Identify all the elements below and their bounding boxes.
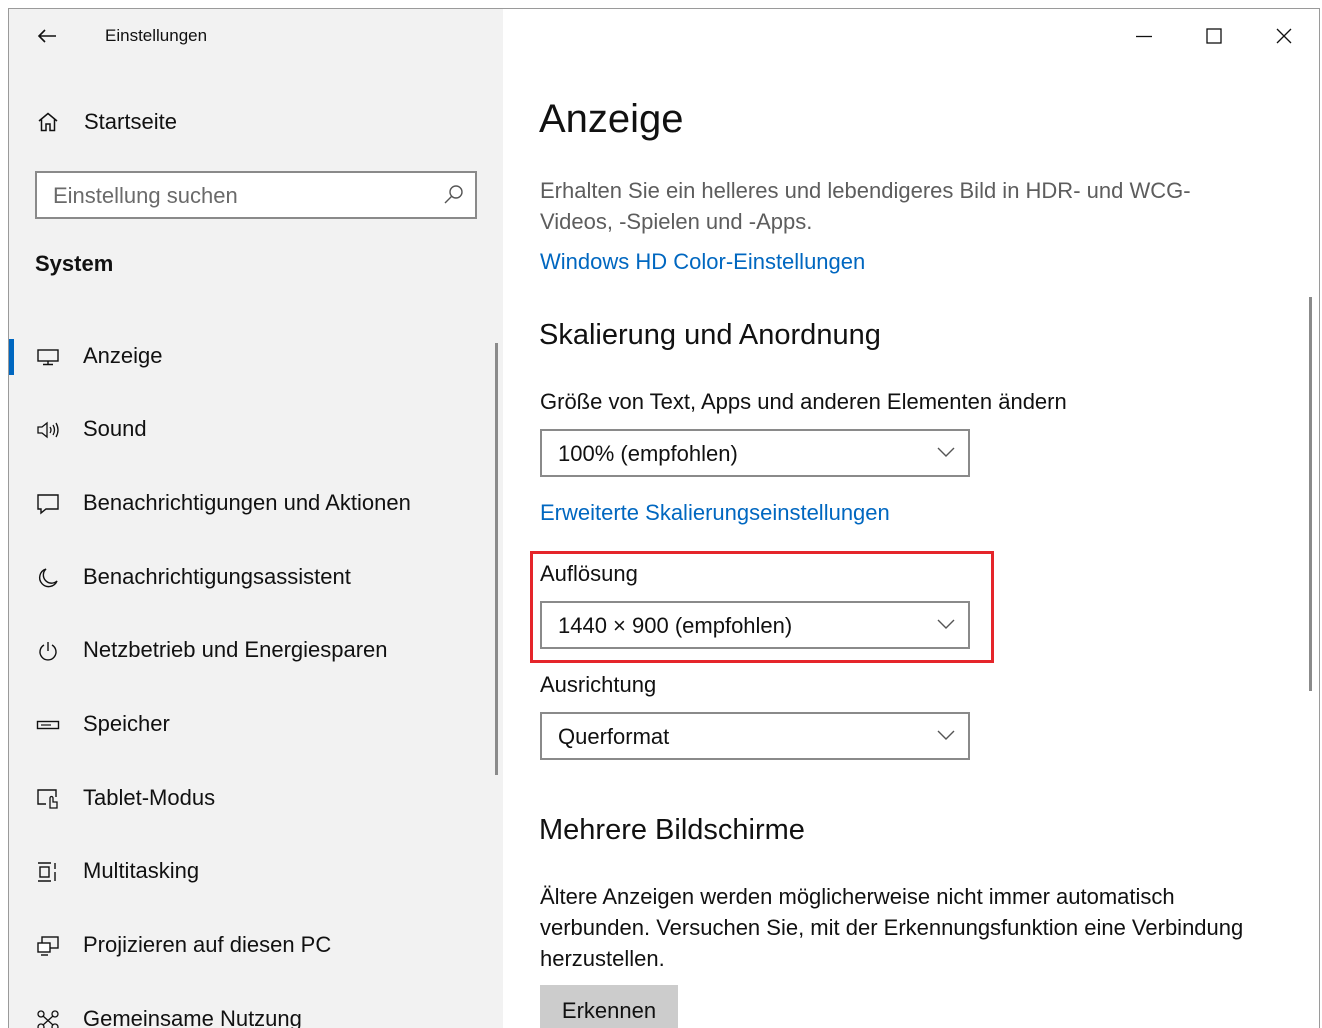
- search-icon[interactable]: [443, 184, 465, 206]
- advanced-scaling-link[interactable]: Erweiterte Skalierungseinstellungen: [540, 500, 890, 526]
- sidebar-item-anzeige[interactable]: Anzeige: [9, 327, 503, 387]
- search-input[interactable]: [37, 173, 445, 219]
- close-button[interactable]: [1249, 9, 1319, 63]
- back-button[interactable]: [31, 23, 63, 49]
- scale-label: Größe von Text, Apps und anderen Element…: [540, 389, 1067, 414]
- multi-display-description: Ältere Anzeigen werden möglicherweise ni…: [540, 884, 1244, 971]
- title-bar: Einstellungen: [9, 9, 503, 63]
- maximize-button[interactable]: [1179, 9, 1249, 63]
- sidebar: Einstellungen Startseite System Anzeige: [9, 9, 503, 1028]
- main-scrollbar[interactable]: [1309, 297, 1312, 691]
- tablet-mode-icon: [35, 786, 61, 812]
- sidebar-item-label: Tablet-Modus: [83, 785, 216, 810]
- hdr-color-link[interactable]: Windows HD Color-Einstellungen: [540, 249, 865, 275]
- multi-display-section-title: Mehrere Bildschirme: [539, 814, 805, 846]
- sidebar-item-netzbetrieb[interactable]: Netzbetrieb und Energiesparen: [9, 621, 503, 681]
- scaling-section-title: Skalierung und Anordnung: [539, 319, 881, 351]
- app-title: Einstellungen: [105, 26, 208, 45]
- storage-icon: [35, 712, 61, 738]
- message-icon: [35, 491, 61, 517]
- detect-button[interactable]: Erkennen: [540, 985, 678, 1028]
- orientation-label: Ausrichtung: [540, 672, 657, 697]
- sidebar-item-speicher[interactable]: Speicher: [9, 695, 503, 755]
- resolution-dropdown[interactable]: 1440 × 900 (empfohlen): [540, 601, 970, 649]
- close-icon: [1276, 28, 1292, 44]
- speaker-icon: [35, 417, 61, 443]
- sidebar-item-label: Projizieren auf diesen PC: [83, 932, 332, 957]
- sidebar-item-label: Benachrichtigungsassistent: [83, 564, 351, 589]
- arrow-left-icon: [37, 29, 56, 43]
- multitasking-icon: [35, 859, 61, 885]
- projecting-icon: [35, 933, 61, 959]
- sidebar-item-sound[interactable]: Sound: [9, 400, 503, 460]
- minimize-button[interactable]: [1109, 9, 1179, 63]
- sidebar-item-label: Multitasking: [83, 858, 200, 883]
- sidebar-item-label: Benachrichtigungen und Aktionen: [83, 490, 411, 515]
- main-content: Anzeige Erhalten Sie ein helleres und le…: [503, 9, 1319, 1028]
- sidebar-item-gemeinsame-nutzung[interactable]: Gemeinsame Nutzung: [9, 990, 503, 1028]
- sidebar-item-tablet-modus[interactable]: Tablet-Modus: [9, 769, 503, 829]
- sidebar-item-benachrichtigungen[interactable]: Benachrichtigungen und Aktionen: [9, 474, 503, 534]
- home-label: Startseite: [84, 109, 177, 134]
- orientation-dropdown[interactable]: Querformat: [540, 712, 970, 760]
- sidebar-scrollbar[interactable]: [495, 343, 498, 775]
- scale-value: 100% (empfohlen): [558, 441, 738, 466]
- active-indicator: [9, 339, 14, 375]
- settings-window: Einstellungen Startseite System Anzeige: [8, 8, 1320, 1028]
- page-title: Anzeige: [539, 97, 684, 141]
- sidebar-item-benachrichtigungsassistent[interactable]: Benachrichtigungsassistent: [9, 548, 503, 608]
- resolution-label: Auflösung: [540, 561, 638, 586]
- orientation-value: Querformat: [558, 724, 670, 749]
- window-controls: [1109, 9, 1319, 63]
- sidebar-item-multitasking[interactable]: Multitasking: [9, 842, 503, 902]
- chevron-down-icon: [937, 619, 955, 629]
- sidebar-item-label: Sound: [83, 416, 147, 441]
- monitor-icon: [35, 344, 61, 370]
- scale-dropdown[interactable]: 100% (empfohlen): [540, 429, 970, 477]
- chevron-down-icon: [937, 447, 955, 457]
- moon-icon: [35, 565, 61, 591]
- search-box[interactable]: [35, 171, 477, 219]
- home-icon: [38, 112, 58, 132]
- sidebar-item-label: Gemeinsame Nutzung: [83, 1006, 302, 1028]
- sidebar-item-label: Anzeige: [83, 343, 163, 368]
- home-link[interactable]: Startseite: [9, 99, 503, 145]
- maximize-icon: [1206, 28, 1222, 44]
- resolution-value: 1440 × 900 (empfohlen): [558, 613, 793, 638]
- section-title: System: [35, 251, 114, 276]
- minimize-icon: [1136, 35, 1152, 38]
- sidebar-item-label: Netzbetrieb und Energiesparen: [83, 637, 388, 662]
- chevron-down-icon: [937, 730, 955, 740]
- sidebar-item-label: Speicher: [83, 711, 170, 736]
- power-icon: [35, 638, 61, 664]
- shared-experiences-icon: [35, 1007, 61, 1028]
- sidebar-item-projizieren[interactable]: Projizieren auf diesen PC: [9, 916, 503, 976]
- hdr-description: Erhalten Sie ein helleres und lebendiger…: [540, 178, 1191, 234]
